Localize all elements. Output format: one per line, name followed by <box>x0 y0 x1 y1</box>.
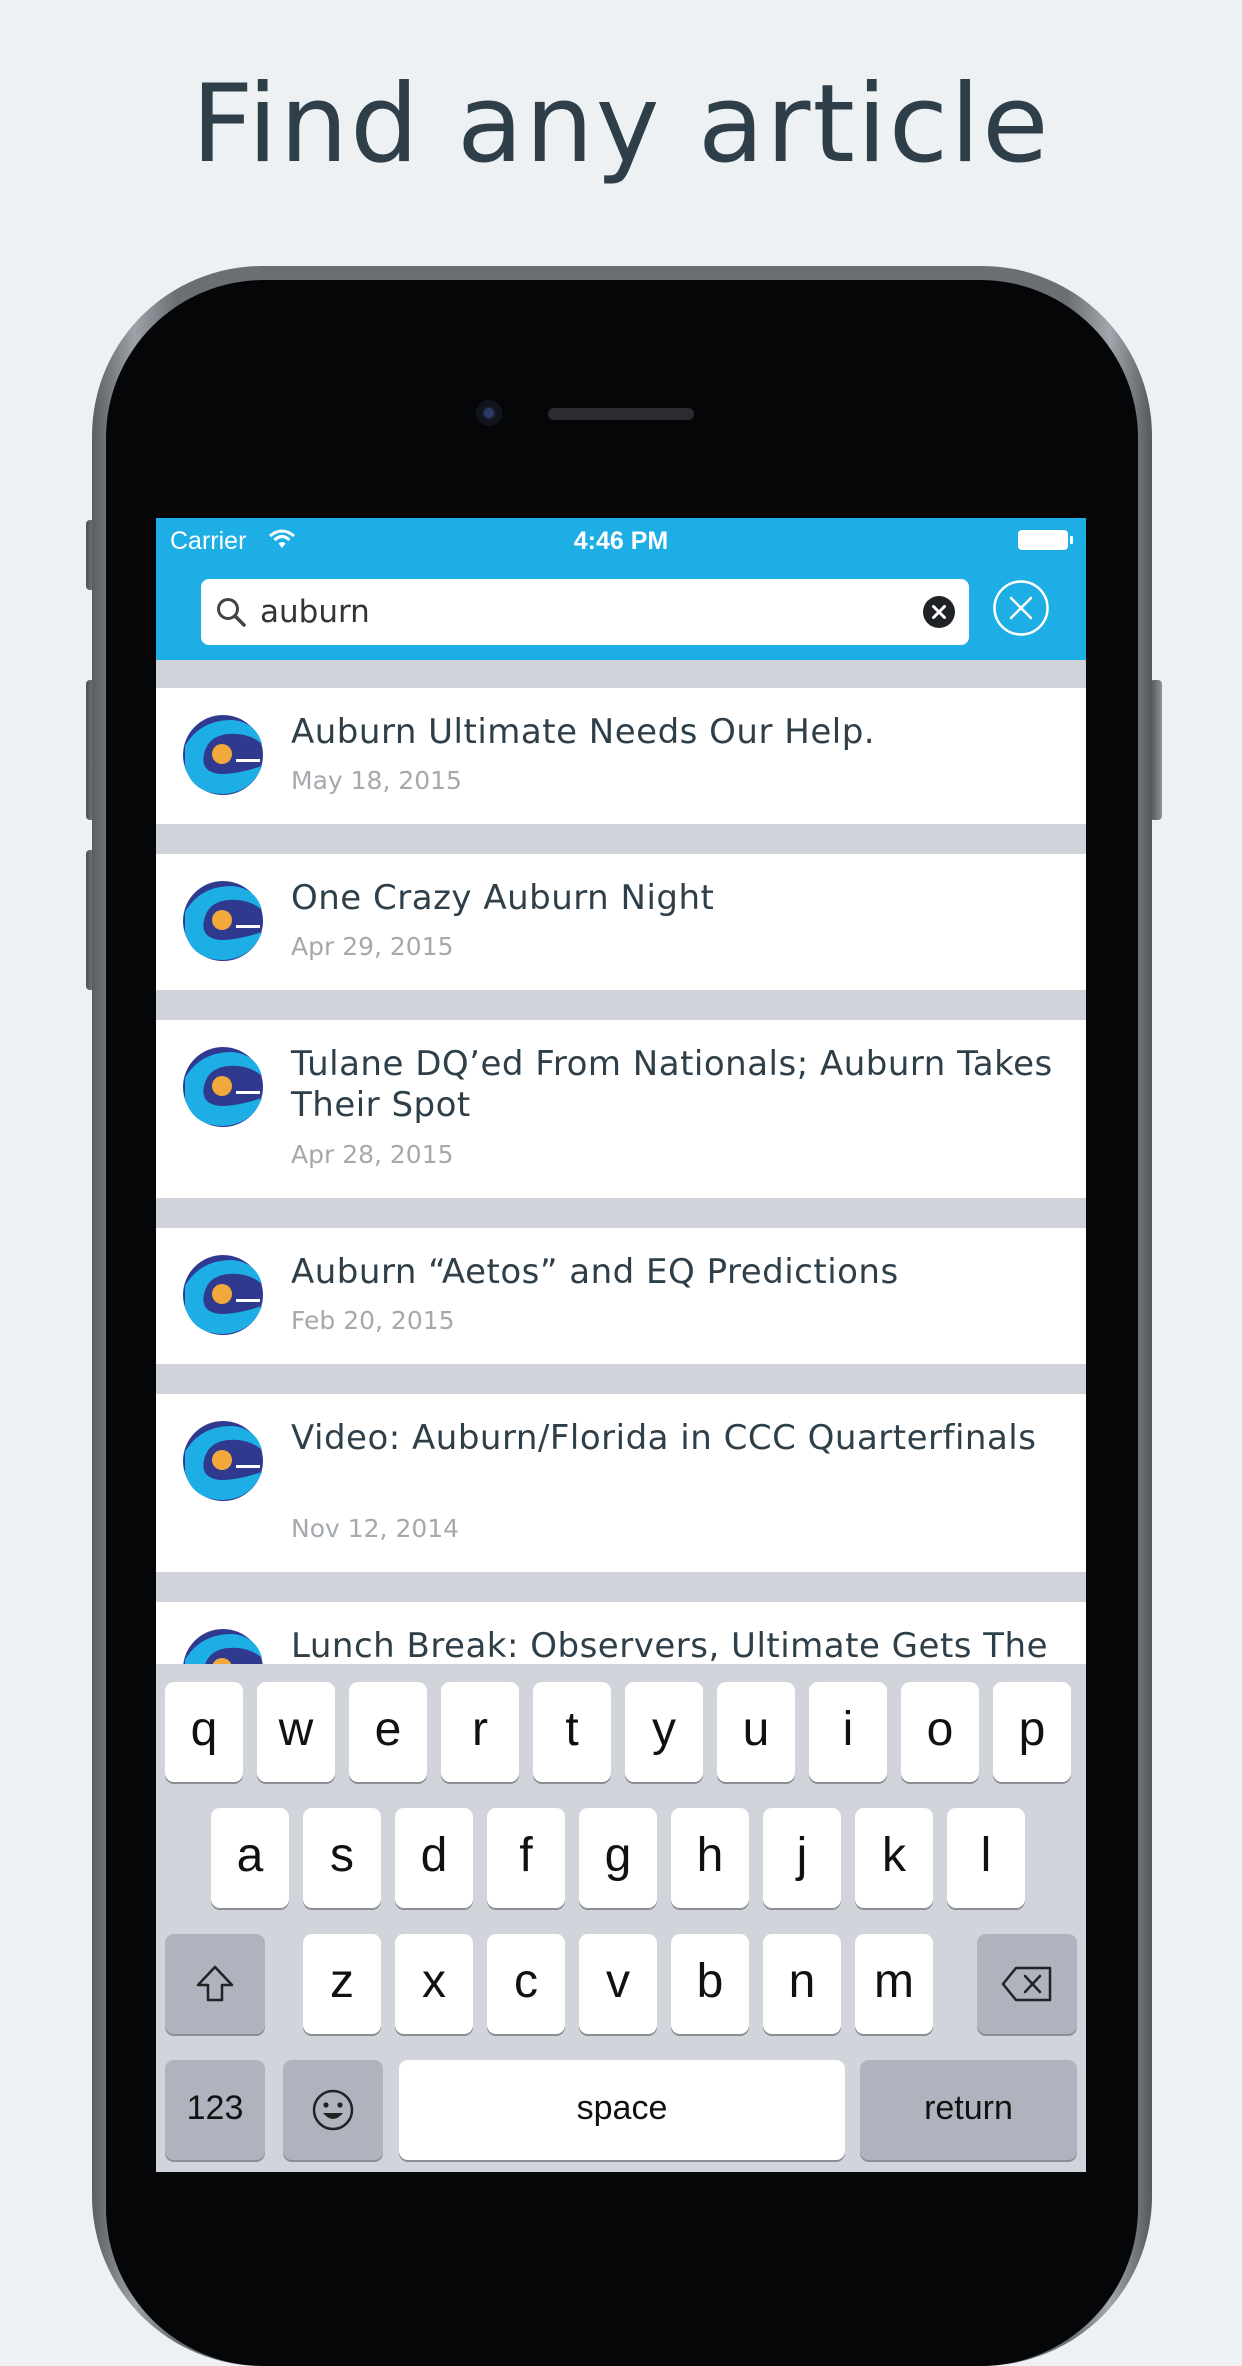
result-item[interactable]: Auburn Ultimate Needs Our Help. May 18, … <box>156 688 1086 824</box>
search-header: Carrier 4:46 PM auburn <box>156 518 1086 660</box>
key-c[interactable]: c <box>487 1934 565 2034</box>
key-o[interactable]: o <box>901 1682 979 1782</box>
result-date: May 18, 2015 <box>291 766 462 795</box>
close-search-button[interactable] <box>992 579 1050 637</box>
key-q[interactable]: q <box>165 1682 243 1782</box>
site-logo-icon <box>183 715 263 795</box>
key-a[interactable]: a <box>211 1808 289 1908</box>
result-date: Apr 29, 2015 <box>291 932 454 961</box>
result-title: Auburn Ultimate Needs Our Help. <box>291 712 876 752</box>
result-title: Video: Auburn/Florida in CCC Quarterfina… <box>291 1418 1037 1458</box>
emoji-key[interactable] <box>283 2060 383 2160</box>
close-icon <box>993 580 1049 636</box>
status-bar: Carrier 4:46 PM <box>156 518 1086 562</box>
status-time: 4:46 PM <box>573 527 669 555</box>
emoji-icon <box>312 2090 354 2131</box>
key-t[interactable]: t <box>533 1682 611 1782</box>
key-b[interactable]: b <box>671 1934 749 2034</box>
key-l[interactable]: l <box>947 1808 1025 1908</box>
key-s[interactable]: s <box>303 1808 381 1908</box>
earpiece-speaker <box>548 408 694 420</box>
key-u[interactable]: u <box>717 1682 795 1782</box>
result-item[interactable]: Video: Auburn/Florida in CCC Quarterfina… <box>156 1394 1086 1572</box>
result-date: Nov 12, 2014 <box>291 1514 460 1543</box>
key-x[interactable]: x <box>395 1934 473 2034</box>
result-date: Feb 20, 2015 <box>291 1306 455 1335</box>
search-icon <box>215 596 247 633</box>
numbers-key[interactable]: 123 <box>165 2060 265 2160</box>
key-k[interactable]: k <box>855 1808 933 1908</box>
delete-key[interactable] <box>977 1934 1077 2034</box>
key-f[interactable]: f <box>487 1808 565 1908</box>
site-logo-icon <box>183 1255 263 1335</box>
key-d[interactable]: d <box>395 1808 473 1908</box>
site-logo-icon <box>183 881 263 961</box>
key-j[interactable]: j <box>763 1808 841 1908</box>
key-z[interactable]: z <box>303 1934 381 2034</box>
result-title: Tulane DQ’ed From Nationals; Auburn Take… <box>291 1044 1053 1125</box>
key-y[interactable]: y <box>625 1682 703 1782</box>
key-p[interactable]: p <box>993 1682 1071 1782</box>
result-item[interactable]: One Crazy Auburn Night Apr 29, 2015 <box>156 854 1086 990</box>
key-m[interactable]: m <box>855 1934 933 2034</box>
search-query-text: auburn <box>260 594 370 630</box>
space-key[interactable]: space <box>399 2060 845 2160</box>
battery-icon <box>1018 530 1073 550</box>
result-title: One Crazy Auburn Night <box>291 878 715 918</box>
site-logo-icon <box>183 1047 263 1127</box>
result-item[interactable]: Tulane DQ’ed From Nationals; Auburn Take… <box>156 1020 1086 1198</box>
clear-search-icon[interactable] <box>923 596 955 633</box>
key-i[interactable]: i <box>809 1682 887 1782</box>
shift-key[interactable] <box>165 1934 265 2034</box>
key-n[interactable]: n <box>763 1934 841 2034</box>
site-logo-icon <box>183 1421 263 1501</box>
result-title: Auburn “Aetos” and EQ Predictions <box>291 1252 899 1292</box>
page-headline: Find any article <box>191 62 1051 187</box>
front-camera <box>476 400 502 426</box>
key-w[interactable]: w <box>257 1682 335 1782</box>
result-item[interactable]: Auburn “Aetos” and EQ Predictions Feb 20… <box>156 1228 1086 1364</box>
key-v[interactable]: v <box>579 1934 657 2034</box>
key-h[interactable]: h <box>671 1808 749 1908</box>
key-r[interactable]: r <box>441 1682 519 1782</box>
result-date: Apr 28, 2015 <box>291 1140 454 1169</box>
key-e[interactable]: e <box>349 1682 427 1782</box>
shift-icon <box>196 1966 234 2002</box>
app-screen: Carrier 4:46 PM auburn Auburn Ultimate N… <box>156 518 1086 2172</box>
return-key[interactable]: return <box>860 2060 1077 2160</box>
result-title: Lunch Break: Observers, Ultimate Gets Th… <box>291 1626 1049 1666</box>
search-input[interactable]: auburn <box>201 579 969 645</box>
onscreen-keyboard: q w e r t y u i o p a s d f g h j k l z … <box>156 1664 1086 2172</box>
backspace-icon <box>1001 1967 1052 2002</box>
key-g[interactable]: g <box>579 1808 657 1908</box>
